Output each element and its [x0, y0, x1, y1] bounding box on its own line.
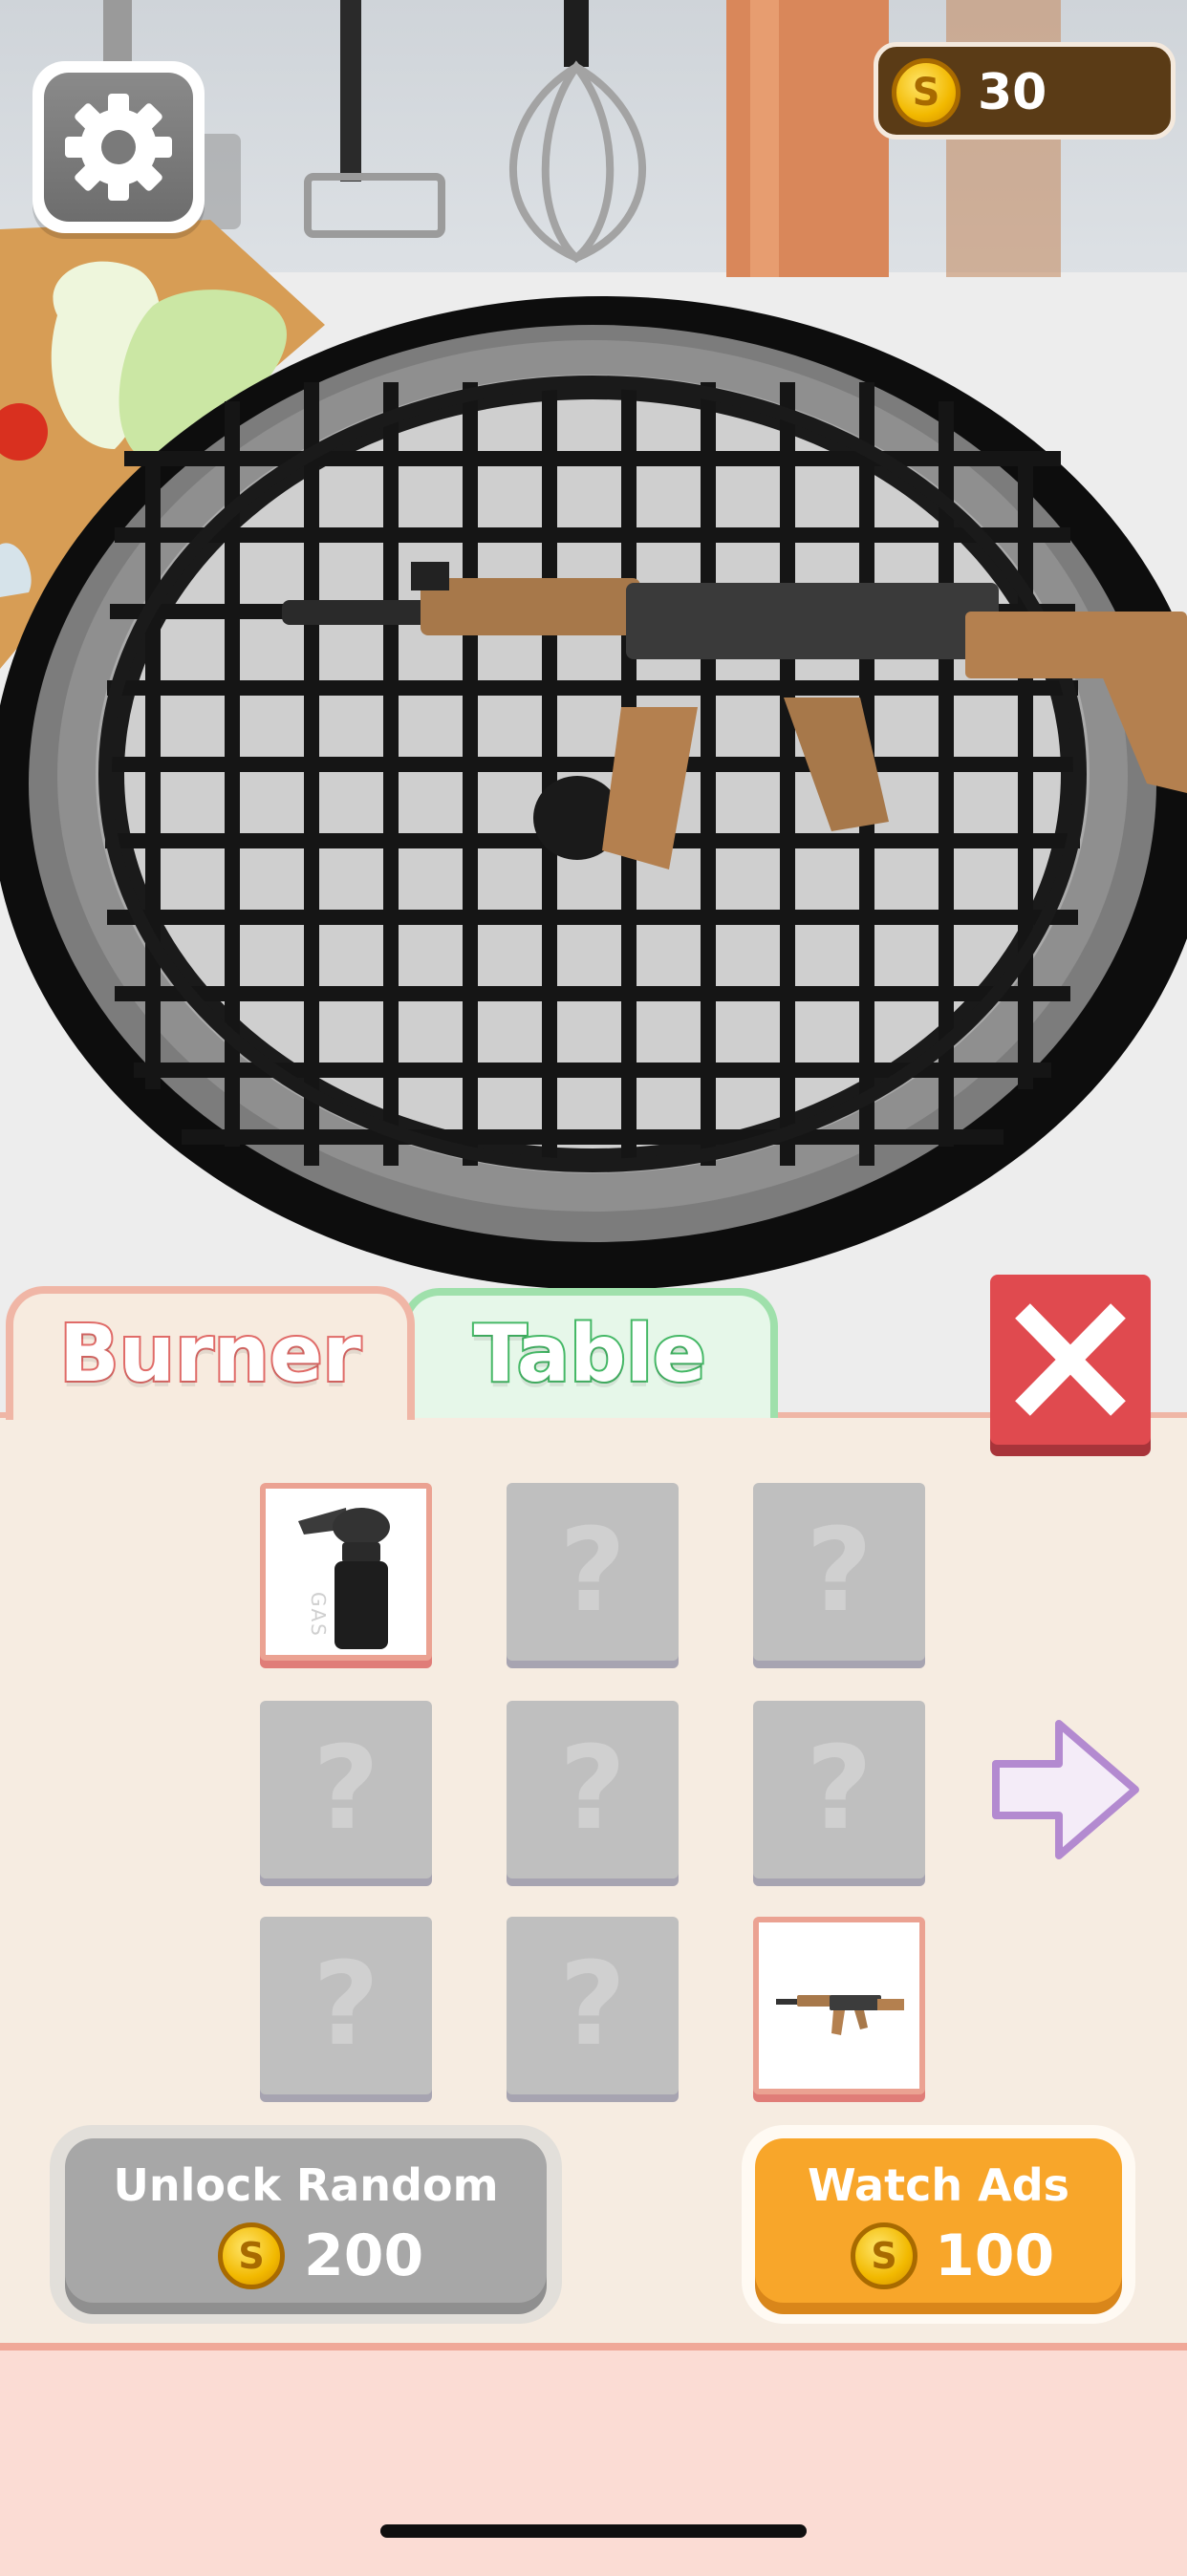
- question-mark-icon: ?: [559, 1505, 626, 1638]
- question-mark-icon: ?: [559, 1939, 626, 2072]
- watch-ads-label: Watch Ads: [807, 2159, 1070, 2211]
- gas-torch-icon: [298, 1508, 390, 1649]
- unlock-random-price: 200: [304, 2222, 424, 2289]
- game-scene: S 30: [0, 0, 1187, 1414]
- rifle-icon: [776, 1995, 904, 2035]
- watch-ads-price: 100: [935, 2222, 1055, 2289]
- coin-icon: S: [218, 2222, 285, 2289]
- settings-button[interactable]: [32, 61, 205, 233]
- grid-item-rifle[interactable]: [753, 1917, 925, 2094]
- question-mark-icon: ?: [559, 1723, 626, 1856]
- grid-item-locked[interactable]: ?: [753, 1701, 925, 1878]
- tab-burner[interactable]: Burner: [6, 1286, 415, 1420]
- close-icon: [1015, 1303, 1126, 1416]
- tab-table-label: Table: [471, 1307, 707, 1402]
- grid-item-locked[interactable]: ?: [753, 1483, 925, 1661]
- question-mark-icon: ?: [313, 1723, 379, 1856]
- question-mark-icon: ?: [806, 1505, 873, 1638]
- grid-item-locked[interactable]: ?: [507, 1483, 679, 1661]
- bottom-band: [0, 2343, 1187, 2576]
- close-button[interactable]: [990, 1275, 1151, 1445]
- next-arrow-icon[interactable]: [984, 1708, 1147, 1871]
- gear-icon: [65, 94, 172, 201]
- question-mark-icon: ?: [313, 1939, 379, 2072]
- watch-ads-button[interactable]: Watch Ads S 100: [742, 2125, 1135, 2324]
- tab-table[interactable]: Table: [401, 1288, 778, 1418]
- grid-item-locked[interactable]: ?: [260, 1917, 432, 2094]
- grid-item-locked[interactable]: ?: [507, 1701, 679, 1878]
- coin-counter: S 30: [874, 42, 1176, 140]
- unlock-random-button[interactable]: Unlock Random S 200: [50, 2125, 562, 2324]
- tab-burner-label: Burner: [57, 1307, 363, 1402]
- coin-count: 30: [978, 64, 1047, 121]
- unlock-random-label: Unlock Random: [113, 2159, 499, 2211]
- home-indicator[interactable]: [380, 2524, 807, 2538]
- grid-item-gas-torch[interactable]: GAS: [260, 1483, 432, 1661]
- grid-item-locked[interactable]: ?: [260, 1701, 432, 1878]
- gas-label: GAS: [307, 1592, 330, 1638]
- grid-item-locked[interactable]: ?: [507, 1917, 679, 2094]
- coin-icon: S: [851, 2222, 917, 2289]
- question-mark-icon: ?: [806, 1723, 873, 1856]
- coin-icon: S: [892, 58, 960, 127]
